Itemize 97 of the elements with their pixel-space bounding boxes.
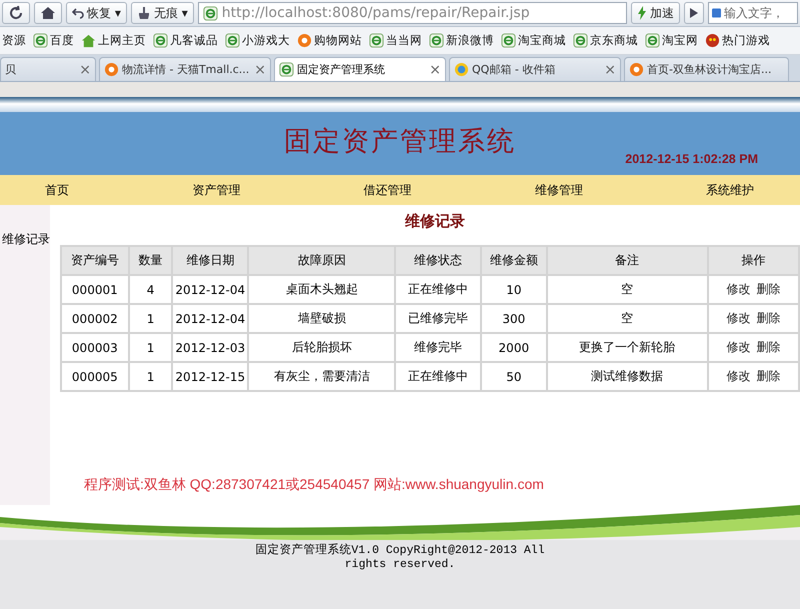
forward-button[interactable]	[684, 2, 704, 24]
shop-icon	[297, 33, 312, 48]
table-cell: 维修完毕	[395, 333, 481, 362]
browser-tab[interactable]: 固定资产管理系统 ×	[274, 57, 446, 81]
app-title: 固定资产管理系统	[284, 125, 516, 159]
copyright-text: 固定资产管理系统V1.0 CopyRight@2012-2013 All rights reserved.	[254, 544, 546, 573]
action-link[interactable]: 删除	[756, 339, 780, 356]
broom-icon	[136, 6, 151, 20]
table-cell: 测试维修数据	[546, 362, 708, 391]
column-header: 备注	[546, 246, 708, 275]
refresh-icon	[8, 5, 24, 21]
table-cell: 1	[128, 333, 172, 362]
table-cell: 50	[480, 362, 547, 391]
table-cell: 正在维修中	[395, 275, 481, 304]
table-cell: 桌面木头翘起	[248, 275, 396, 304]
game-icon	[705, 33, 720, 48]
sidebar-link[interactable]: 维修记录	[2, 231, 50, 248]
bookmark[interactable]: 新浪微博	[429, 33, 494, 48]
accelerate-button[interactable]: 加速	[631, 2, 680, 24]
bookmark[interactable]: 淘宝网	[645, 33, 698, 48]
bookmark[interactable]: 上网主页	[81, 33, 146, 48]
address-bar[interactable]: http://localhost:8080/pams/repair/Repair.jsp	[198, 2, 627, 24]
table-title: 维修记录	[404, 212, 466, 231]
bookmark[interactable]: 资源	[2, 33, 26, 48]
play-icon	[690, 8, 698, 18]
house-icon	[81, 33, 96, 48]
undo-icon	[72, 7, 84, 19]
action-link[interactable]: 修改	[726, 310, 750, 327]
browser-tab[interactable]: 贝 ×	[0, 57, 96, 81]
home-icon	[40, 5, 56, 21]
incognito-button[interactable]: 无痕 ▾	[130, 2, 194, 24]
column-header: 故障原因	[248, 246, 396, 275]
bookmark[interactable]: 热门游戏	[705, 33, 770, 48]
table-cell: 000003	[61, 333, 129, 362]
refresh-button[interactable]	[2, 2, 30, 24]
table-cell: 000005	[61, 362, 129, 391]
table-cell: 2012-12-04	[172, 304, 248, 333]
table-cell: 300	[480, 304, 547, 333]
table-cell: 10	[480, 275, 547, 304]
close-icon[interactable]: ×	[254, 62, 266, 78]
action-link[interactable]: 修改	[726, 368, 750, 385]
bookmark[interactable]: 百度	[33, 33, 74, 48]
browser-tab[interactable]: 首页-双鱼林设计淘宝店...	[624, 57, 789, 81]
shop-icon	[104, 62, 119, 77]
table-cell: 2012-12-04	[172, 275, 248, 304]
table-cell: 1	[128, 304, 172, 333]
table-cell: 000001	[61, 275, 129, 304]
nav-link[interactable]: 借还管理	[364, 182, 412, 198]
close-icon[interactable]: ×	[79, 62, 91, 78]
clock-text: 2012-12-15 1:02:28 PM	[625, 152, 758, 166]
bookmark[interactable]: 小游戏大	[225, 33, 290, 48]
nav-link[interactable]: 系统维护	[706, 182, 754, 198]
mail-icon	[454, 62, 469, 77]
browser-tab[interactable]: 物流详情 - 天猫Tmall.c... ×	[99, 57, 271, 81]
table-cell: 空	[546, 275, 708, 304]
column-header: 维修日期	[172, 246, 248, 275]
column-header: 数量	[128, 246, 172, 275]
action-link[interactable]: 删除	[756, 310, 780, 327]
column-header: 操作	[708, 246, 799, 275]
lightning-icon	[637, 6, 647, 20]
bookmark[interactable]: 当当网	[369, 33, 422, 48]
bookmark[interactable]: 凡客诚品	[153, 33, 218, 48]
search-field[interactable]: 输入文字，	[708, 2, 798, 24]
browser-tab[interactable]: QQ邮箱 - 收件箱 ×	[449, 57, 621, 81]
table-cell: 墙壁破损	[248, 304, 396, 333]
table-cell: 1	[128, 362, 172, 391]
bookmark[interactable]: 京东商城	[573, 33, 638, 48]
table-cell: 有灰尘，需要清洁	[248, 362, 396, 391]
nav-link[interactable]: 维修管理	[534, 182, 583, 198]
table-cell: 正在维修中	[395, 362, 481, 391]
table-cell: 2012-12-15	[172, 362, 248, 391]
shop-icon	[629, 62, 644, 77]
table-cell: 2012-12-03	[172, 333, 248, 362]
table-cell: 4	[128, 275, 172, 304]
table-cell: 后轮胎损坏	[248, 333, 396, 362]
column-header: 维修金额	[480, 246, 547, 275]
table-cell: 000002	[61, 304, 129, 333]
action-link[interactable]: 删除	[756, 368, 780, 385]
action-link[interactable]: 修改	[726, 281, 750, 298]
table-cell: 更换了一个新轮胎	[546, 333, 708, 362]
action-link[interactable]: 删除	[756, 281, 780, 298]
nav-link[interactable]: 资产管理	[192, 182, 240, 198]
home-button[interactable]	[34, 2, 62, 24]
table-cell: 2000	[480, 333, 547, 362]
bookmark[interactable]: 淘宝商城	[501, 33, 566, 48]
bookmark[interactable]: 购物网站	[297, 33, 362, 48]
close-icon[interactable]: ×	[429, 62, 441, 78]
column-header: 资产编号	[61, 246, 129, 275]
nav-link[interactable]: 首页	[45, 182, 69, 198]
table-cell: 已维修完毕	[395, 304, 481, 333]
close-icon[interactable]: ×	[604, 62, 616, 78]
search-engine-icon	[712, 6, 721, 20]
column-header: 维修状态	[395, 246, 481, 275]
table-cell: 空	[546, 304, 708, 333]
restore-button[interactable]: 恢复 ▾	[66, 2, 127, 24]
credit-text: 程序测试:双鱼林 QQ:287307421或254540457 网站:www.shuangyulin.com	[84, 476, 545, 494]
action-link[interactable]: 修改	[726, 339, 750, 356]
